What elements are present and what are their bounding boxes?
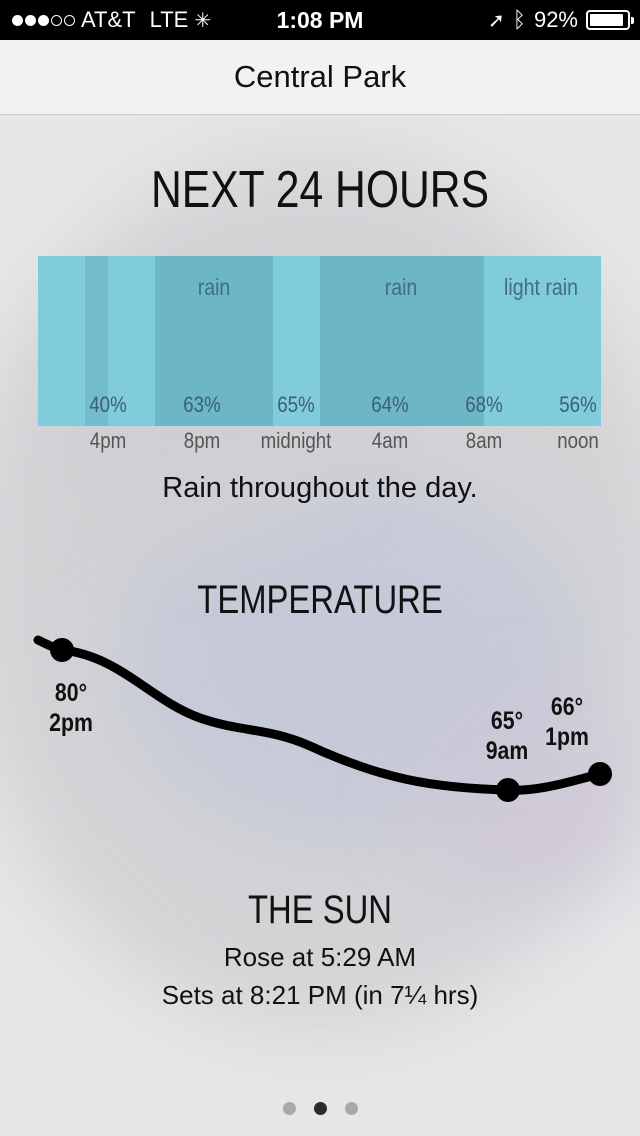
sunset-text: Sets at 8:21 PM (in 7¼ hrs) (161, 980, 479, 1010)
temperature-point-label: 66° 1pm (537, 692, 597, 752)
precip-percent: 64% (371, 392, 409, 417)
temperature-heading: TEMPERATURE (197, 578, 443, 622)
location-title[interactable]: Central Park (234, 59, 406, 95)
temp-value: 65° (490, 707, 524, 735)
sunrise-text: Rose at 5:29 AM (223, 942, 417, 972)
temp-value: 80° (54, 679, 88, 707)
rain-label: light rain (504, 274, 578, 300)
time-label: noon (557, 428, 599, 453)
status-bar: AT&T LTE ✳ 1:08 PM ➚ ᛒ 92% (0, 0, 640, 40)
battery-icon (586, 10, 634, 30)
time-label: 4pm (89, 428, 127, 453)
temperature-point-label: 65° 9am (477, 706, 537, 766)
page-dot[interactable] (282, 1102, 296, 1115)
temp-time: 2pm (49, 709, 93, 737)
page-dot-active[interactable] (313, 1102, 327, 1115)
temp-time: 9am (485, 737, 529, 765)
forecast-heading: NEXT 24 HOURS (150, 161, 490, 219)
time-label: midnight (260, 428, 332, 453)
rain-label: rain (384, 274, 418, 300)
time-label: 4am (371, 428, 409, 453)
precip-percent: 65% (277, 392, 315, 417)
temp-time: 1pm (545, 723, 589, 751)
temperature-point-label: 80° 2pm (41, 678, 101, 738)
temp-value: 66° (550, 693, 584, 721)
precip-percent: 63% (183, 392, 221, 417)
temperature-point (588, 762, 612, 786)
forecast-summary: Rain throughout the day. (162, 472, 478, 504)
page-indicator[interactable] (0, 1102, 640, 1115)
sun-heading: THE SUN (248, 888, 392, 932)
precip-percent: 56% (559, 392, 597, 417)
battery-percent: 92% (533, 7, 578, 32)
temperature-point (496, 778, 520, 802)
page-dot[interactable] (344, 1102, 358, 1115)
rain-label: rain (197, 274, 231, 300)
time-label: 8pm (183, 428, 221, 453)
precip-percent: 68% (465, 392, 503, 417)
location-arrow-icon: ➚ (487, 9, 505, 32)
bluetooth-icon: ᛒ (512, 7, 526, 32)
precip-percent: 40% (89, 392, 127, 417)
temperature-point (50, 638, 74, 662)
navigation-bar: Central Park (0, 40, 640, 115)
time-label: 8am (465, 428, 503, 453)
